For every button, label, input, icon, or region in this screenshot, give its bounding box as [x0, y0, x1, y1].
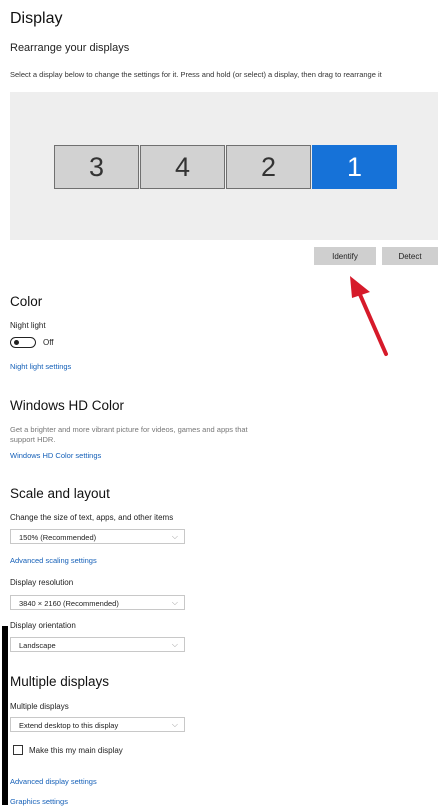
- resolution-value: 3840 × 2160 (Recommended): [19, 599, 119, 608]
- advanced-display-settings-link[interactable]: Advanced display settings: [10, 777, 97, 786]
- multiple-displays-title: Multiple displays: [10, 674, 110, 689]
- identify-button[interactable]: Identify: [314, 247, 376, 265]
- page-title: Display: [10, 10, 63, 27]
- rearrange-title: Rearrange your displays: [10, 42, 130, 54]
- monitor-1[interactable]: 1: [312, 145, 397, 189]
- black-edge-bar: [2, 626, 8, 805]
- orientation-label: Display orientation: [10, 621, 76, 630]
- night-light-toggle[interactable]: [10, 337, 36, 348]
- chevron-down-icon: ⌵: [171, 640, 178, 649]
- hd-color-description-1: Get a brighter and more vibrant picture …: [10, 425, 248, 434]
- night-light-state: Off: [43, 338, 54, 347]
- orientation-dropdown[interactable]: Landscape ⌵: [10, 637, 185, 652]
- monitor-3[interactable]: 3: [54, 145, 139, 189]
- advanced-scaling-link[interactable]: Advanced scaling settings: [10, 556, 97, 565]
- resolution-label: Display resolution: [10, 578, 74, 587]
- main-display-label: Make this my main display: [29, 746, 123, 755]
- display-arrangement-area[interactable]: 3 4 2 1: [10, 92, 438, 240]
- night-light-label: Night light: [10, 321, 46, 330]
- chevron-down-icon: ⌵: [171, 532, 178, 541]
- orientation-value: Landscape: [19, 641, 56, 650]
- resolution-dropdown[interactable]: 3840 × 2160 (Recommended) ⌵: [10, 595, 185, 610]
- toggle-knob: [14, 339, 19, 345]
- rearrange-instruction: Select a display below to change the set…: [10, 70, 382, 79]
- hd-color-settings-link[interactable]: Windows HD Color settings: [10, 451, 101, 460]
- chevron-down-icon: ⌵: [171, 598, 178, 607]
- multiple-displays-dropdown[interactable]: Extend desktop to this display ⌵: [10, 717, 185, 732]
- color-section-title: Color: [10, 294, 43, 309]
- detect-button[interactable]: Detect: [382, 247, 438, 265]
- scale-dropdown[interactable]: 150% (Recommended) ⌵: [10, 529, 185, 544]
- multiple-displays-label: Multiple displays: [10, 702, 69, 711]
- scale-value: 150% (Recommended): [19, 533, 97, 542]
- multiple-displays-value: Extend desktop to this display: [19, 721, 119, 730]
- monitor-2[interactable]: 2: [226, 145, 311, 189]
- hd-color-section-title: Windows HD Color: [10, 398, 125, 413]
- hd-color-description-2: support HDR.: [10, 435, 56, 444]
- annotation-arrow-icon: [350, 276, 388, 356]
- chevron-down-icon: ⌵: [171, 720, 178, 729]
- size-label: Change the size of text, apps, and other…: [10, 513, 174, 522]
- monitor-4[interactable]: 4: [140, 145, 225, 189]
- night-light-settings-link[interactable]: Night light settings: [10, 362, 71, 371]
- main-display-checkbox[interactable]: [13, 745, 23, 755]
- scale-section-title: Scale and layout: [10, 486, 110, 501]
